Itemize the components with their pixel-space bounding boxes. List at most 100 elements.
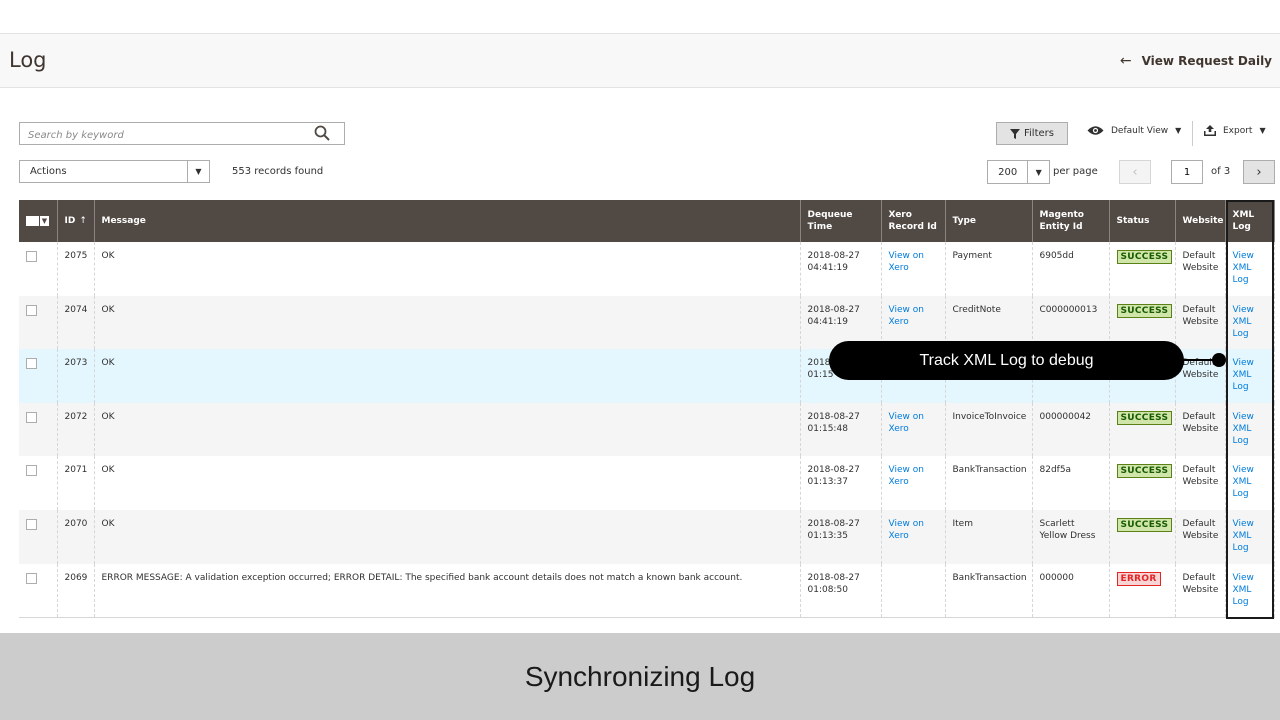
col-header-id[interactable]: ID ↑ <box>57 200 95 242</box>
status-badge: SUCCESS <box>1116 410 1173 425</box>
xml-link-text-3: Log <box>1232 382 1249 393</box>
cell-entity-id: 6905dd <box>1032 242 1110 296</box>
row-select-cell <box>19 456 58 510</box>
cell-id: 2072 <box>57 402 95 457</box>
view-on-xero-link[interactable]: View on Xero <box>889 251 924 273</box>
col-header-dequeue-time[interactable]: Dequeue Time <box>800 200 882 242</box>
website-line-2: Website <box>1182 316 1219 327</box>
cell-dequeue-time: 2018-08-27 01:13:37 <box>800 456 882 510</box>
cell-xml-log: View XML Log <box>1225 402 1275 457</box>
col-header-message[interactable]: Message <box>94 200 801 242</box>
mass-select-header[interactable]: ▼ <box>19 200 58 242</box>
col-id-label: ID <box>64 216 76 226</box>
row-checkbox[interactable] <box>26 358 37 370</box>
chevron-down-icon: ▼ <box>1027 161 1049 183</box>
cell-message: OK <box>94 295 801 350</box>
xml-link-text-1: View <box>1232 411 1254 422</box>
checkbox-icon <box>26 216 39 226</box>
row-checkbox[interactable] <box>26 251 37 262</box>
view-xml-log-link[interactable]: View XML Log <box>1233 519 1254 553</box>
cell-xml-log: View XML Log <box>1225 509 1275 564</box>
website-line-1: Default <box>1182 572 1216 583</box>
view-xml-log-link[interactable]: View XML Log <box>1233 573 1254 607</box>
view-on-xero-link[interactable]: View on Xero <box>889 305 924 327</box>
website-line-1: Default <box>1182 304 1216 315</box>
cell-dequeue-time: 2018-08-27 01:13:35 <box>800 509 882 564</box>
col-header-magento-entity-id[interactable]: Magento Entity Id <box>1032 200 1110 242</box>
row-select-cell <box>19 349 58 403</box>
callout-dot <box>1212 353 1226 367</box>
mass-select-checkbox[interactable]: ▼ <box>26 216 50 226</box>
cell-entity-id: 000000042 <box>1032 402 1110 457</box>
col-magento-label-2: Entity Id <box>1039 222 1083 232</box>
page-title: Log <box>9 48 47 72</box>
col-xero-label-2: Record Id <box>888 222 937 232</box>
view-on-xero-link[interactable]: View on Xero <box>889 412 924 434</box>
view-xml-log-link[interactable]: View XML Log <box>1233 465 1254 499</box>
view-xml-log-link[interactable]: View XML Log <box>1233 412 1254 446</box>
row-checkbox[interactable] <box>26 572 37 584</box>
xml-link-text-1: View <box>1232 572 1254 583</box>
dequeue-date: 2018-08-27 <box>807 465 860 476</box>
view-xml-log-link[interactable]: View XML Log <box>1233 358 1254 392</box>
cell-website: Default Website <box>1175 509 1226 564</box>
cell-xml-log: View XML Log <box>1225 295 1275 350</box>
row-select-cell <box>19 402 58 457</box>
cell-id: 2073 <box>57 349 95 403</box>
dequeue-date: 2018-08-27 <box>807 304 860 315</box>
col-header-website[interactable]: Website <box>1175 200 1226 242</box>
view-on-xero-link[interactable]: View on Xero <box>889 465 924 487</box>
cell-id: 2070 <box>57 509 95 564</box>
actions-dropdown[interactable]: Actions ▼ <box>19 160 210 183</box>
cell-status: SUCCESS <box>1109 402 1176 457</box>
per-page-select[interactable]: 200 ▼ <box>987 160 1050 184</box>
cell-website: Default Website <box>1175 242 1226 296</box>
view-request-daily-link[interactable]: ← View Request Daily <box>1120 53 1272 69</box>
row-checkbox[interactable] <box>26 304 37 316</box>
cell-id: 2074 <box>57 295 95 350</box>
cell-entity-id: 82df5a <box>1032 456 1110 510</box>
website-line-2: Website <box>1182 370 1219 381</box>
col-header-type[interactable]: Type <box>945 200 1033 242</box>
prev-page-button[interactable]: ‹ <box>1119 160 1151 184</box>
view-on-xero-link[interactable]: View on Xero <box>889 519 924 541</box>
xml-link-text-2: XML <box>1232 263 1252 273</box>
cell-xero-record: View on Xero <box>881 456 946 510</box>
col-header-xml-log[interactable]: XML Log <box>1225 200 1275 242</box>
view-xml-log-link[interactable]: View XML Log <box>1233 305 1254 339</box>
search-icon[interactable] <box>314 125 330 141</box>
cell-message: OK <box>94 349 801 403</box>
row-checkbox[interactable] <box>26 518 37 530</box>
grid-header-row: ▼ ID ↑ Message Dequeue Time Xero Record Id… <box>19 200 1275 242</box>
row-checkbox[interactable] <box>26 465 37 477</box>
cell-entity-id: Scarlett Yellow Dress <box>1032 509 1110 564</box>
row-checkbox[interactable] <box>26 411 37 423</box>
cell-website: Default Website <box>1175 456 1226 510</box>
page-number-input[interactable] <box>1171 160 1203 184</box>
xml-link-text-1: View <box>1232 518 1254 529</box>
export-dropdown[interactable]: Export ▼ <box>1204 125 1266 136</box>
col-header-xero-record-id[interactable]: Xero Record Id <box>881 200 946 242</box>
website-line-2: Website <box>1182 530 1219 541</box>
sort-arrow-icon: ↑ <box>79 216 87 226</box>
dequeue-time: 04:41:19 <box>807 263 848 273</box>
dequeue-date: 2018-08-27 <box>807 572 860 583</box>
xml-link-text-3: Log <box>1232 275 1249 285</box>
xml-link-text-1: View <box>1232 251 1254 261</box>
xml-link-text-1: View <box>1232 465 1254 476</box>
dequeue-time: 01:08:50 <box>807 584 848 595</box>
cell-xml-log: View XML Log <box>1225 349 1275 403</box>
dequeue-date: 2018-08-27 <box>807 518 860 529</box>
col-header-status[interactable]: Status <box>1109 200 1176 242</box>
footer-caption-band: Synchronizing Log <box>0 633 1280 720</box>
col-xml-label-2: Log <box>1232 222 1251 232</box>
cell-dequeue-time: 2018-08-27 01:08:50 <box>800 563 882 618</box>
status-badge: SUCCESS <box>1116 517 1173 532</box>
view-xml-log-link[interactable]: View XML Log <box>1233 251 1254 285</box>
search-input[interactable] <box>20 125 310 146</box>
entity-id-line-1: 000000042 <box>1039 411 1092 422</box>
filters-button[interactable]: Filters <box>996 122 1068 145</box>
default-view-dropdown[interactable]: Default View ▼ <box>1087 125 1181 136</box>
next-page-button[interactable]: › <box>1243 160 1275 184</box>
xml-link-text-1: View <box>1232 358 1254 369</box>
